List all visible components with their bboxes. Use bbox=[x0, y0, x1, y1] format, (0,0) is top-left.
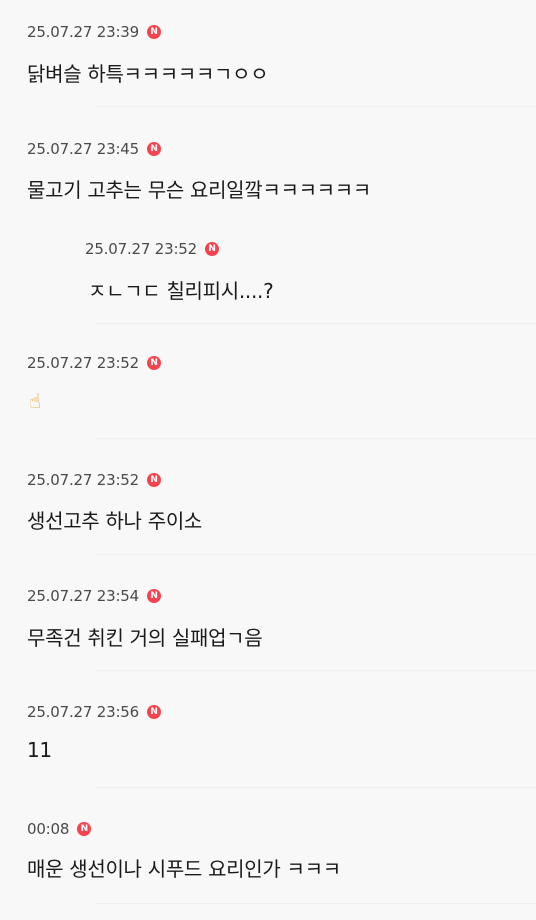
new-badge-icon: N bbox=[147, 356, 161, 370]
comment-text: 물고기 고추는 무슨 요리일깤ㅋㅋㅋㅋㅋㅋ bbox=[27, 178, 371, 202]
new-badge-icon: N bbox=[147, 589, 161, 603]
divider bbox=[96, 554, 536, 555]
comment-timestamp: 25.07.27 23:56 bbox=[27, 703, 139, 721]
comment-text: ㅈㄴㄱㄷ 칠리피시....? bbox=[88, 279, 274, 303]
divider bbox=[96, 438, 536, 439]
comment-meta: 25.07.27 23:52 N bbox=[85, 240, 219, 258]
divider bbox=[96, 787, 536, 788]
comment-timestamp: 25.07.27 23:45 bbox=[27, 140, 139, 158]
comment-text: 생선고추 하나 주이소 bbox=[27, 509, 203, 533]
comment-meta: 25.07.27 23:45 N bbox=[27, 140, 161, 158]
comment-text: 매운 생선이나 시푸드 요리인가 ㅋㅋㅋ bbox=[27, 857, 341, 881]
comment-timestamp: 00:08 bbox=[27, 820, 70, 838]
new-badge-icon: N bbox=[147, 705, 161, 719]
divider bbox=[96, 670, 536, 671]
comment-timestamp: 25.07.27 23:54 bbox=[27, 587, 139, 605]
new-badge-icon: N bbox=[147, 142, 161, 156]
comment-timestamp: 25.07.27 23:52 bbox=[85, 240, 197, 258]
comment-meta: 25.07.27 23:54 N bbox=[27, 587, 161, 605]
divider bbox=[96, 323, 536, 324]
comment-text: ☝ bbox=[29, 389, 41, 413]
new-badge-icon: N bbox=[147, 25, 161, 39]
comment-meta: 25.07.27 23:56 N bbox=[27, 703, 161, 721]
comment-meta: 25.07.27 23:52 N bbox=[27, 354, 161, 372]
comment-timestamp: 25.07.27 23:39 bbox=[27, 23, 139, 41]
comment-timestamp: 25.07.27 23:52 bbox=[27, 471, 139, 489]
pointing-up-emoji-icon: ☝ bbox=[29, 389, 41, 413]
divider bbox=[96, 106, 536, 107]
comment-meta: 00:08 N bbox=[27, 820, 92, 838]
new-badge-icon: N bbox=[147, 473, 161, 487]
comment-text: 무족건 취킨 거의 실패업ㄱ음 bbox=[27, 626, 263, 650]
comment-meta: 25.07.27 23:52 N bbox=[27, 471, 161, 489]
divider bbox=[96, 903, 536, 904]
comment-timestamp: 25.07.27 23:52 bbox=[27, 354, 139, 372]
comment-text: 닭벼슬 하특ㅋㅋㅋㅋㅋㄱㅇㅇ bbox=[27, 62, 269, 86]
comment-meta: 25.07.27 23:39 N bbox=[27, 23, 161, 41]
new-badge-icon: N bbox=[205, 242, 219, 256]
comment-text: 11 bbox=[27, 738, 52, 762]
new-badge-icon: N bbox=[77, 822, 92, 836]
